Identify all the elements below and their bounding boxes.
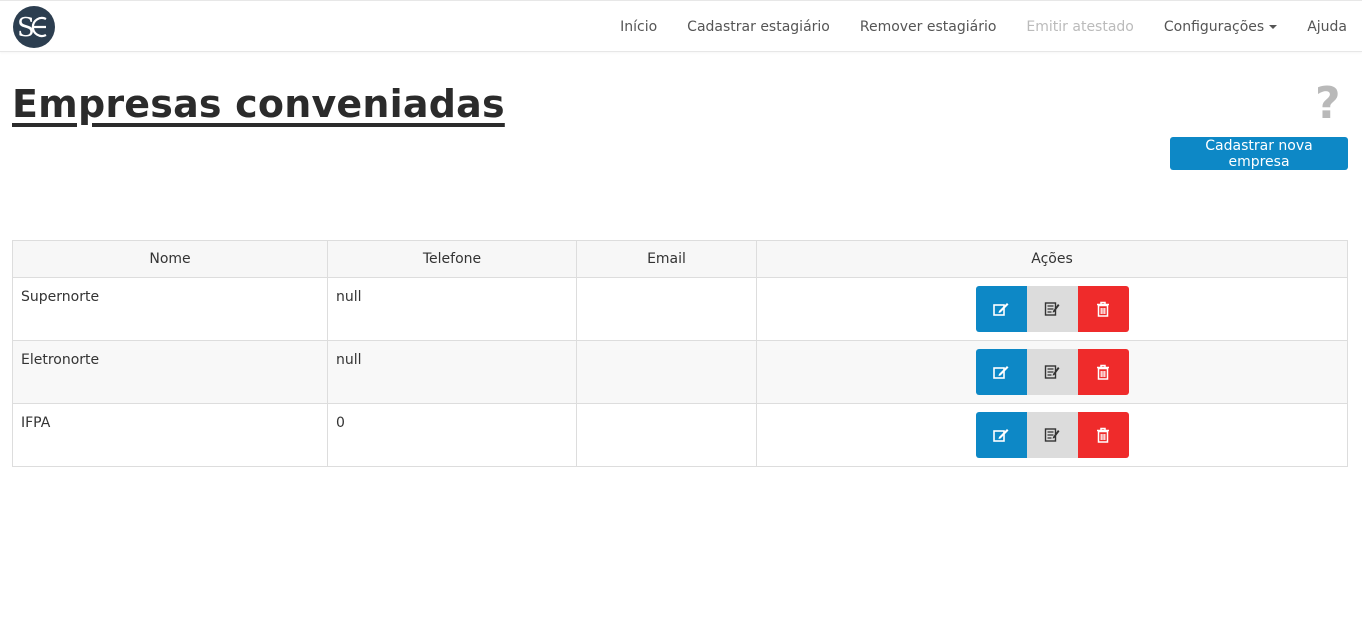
- cell-actions: [756, 277, 1348, 341]
- action-button-group: [975, 412, 1129, 458]
- cell-email: [576, 277, 757, 341]
- cell-nome: Eletronorte: [12, 340, 328, 404]
- table-row: Supernorte null: [12, 277, 1348, 341]
- details-icon: [1044, 428, 1060, 442]
- column-header-acoes: Ações: [756, 240, 1348, 278]
- trash-icon: [1097, 427, 1109, 443]
- nav-links: Início Cadastrar estagiário Remover esta…: [590, 1, 1347, 53]
- delete-button[interactable]: [1077, 412, 1129, 458]
- companies-table: Nome Telefone Email Ações Supernorte nul…: [12, 240, 1348, 467]
- details-icon: [1044, 302, 1060, 316]
- cell-email: [576, 340, 757, 404]
- nav-remover-estagiario[interactable]: Remover estagiário: [860, 19, 997, 35]
- column-header-telefone[interactable]: Telefone: [327, 240, 577, 278]
- action-button-group: [975, 286, 1129, 332]
- edit-button[interactable]: [975, 412, 1027, 458]
- caret-down-icon: [1269, 25, 1278, 29]
- column-header-nome[interactable]: Nome: [12, 240, 328, 278]
- table-row: Eletronorte null: [12, 340, 1348, 404]
- page-title: Empresas conveniadas: [12, 82, 505, 126]
- cell-telefone: null: [327, 340, 577, 404]
- details-button[interactable]: [1026, 286, 1078, 332]
- nav-ajuda[interactable]: Ajuda: [1307, 19, 1347, 35]
- column-header-email[interactable]: Email: [576, 240, 757, 278]
- nav-cadastrar-estagiario[interactable]: Cadastrar estagiário: [687, 19, 830, 35]
- nav-configuracoes-label: Configurações: [1163, 19, 1265, 35]
- edit-button[interactable]: [975, 349, 1027, 395]
- cell-telefone: 0: [327, 403, 577, 467]
- add-company-button[interactable]: Cadastrar nova empresa: [1170, 137, 1348, 170]
- cell-nome: IFPA: [12, 403, 328, 467]
- nav-configuracoes[interactable]: Configurações: [1163, 19, 1278, 35]
- edit-icon: [993, 303, 1009, 316]
- delete-button[interactable]: [1077, 286, 1129, 332]
- logo-icon: S: [17, 13, 47, 42]
- trash-icon: [1097, 301, 1109, 317]
- cell-email: [576, 403, 757, 467]
- trash-icon: [1097, 364, 1109, 380]
- cell-actions: [756, 340, 1348, 404]
- edit-button[interactable]: [975, 286, 1027, 332]
- edit-icon: [993, 429, 1009, 442]
- help-icon[interactable]: ?: [1315, 78, 1341, 129]
- cell-nome: Supernorte: [12, 277, 328, 341]
- action-button-group: [975, 349, 1129, 395]
- logo[interactable]: S: [13, 6, 55, 48]
- details-button[interactable]: [1026, 412, 1078, 458]
- nav-emitir-atestado: Emitir atestado: [1026, 19, 1134, 35]
- nav-inicio[interactable]: Início: [620, 19, 657, 35]
- cell-actions: [756, 403, 1348, 467]
- table-row: IFPA 0: [12, 403, 1348, 467]
- delete-button[interactable]: [1077, 349, 1129, 395]
- table-header-row: Nome Telefone Email Ações: [12, 240, 1348, 278]
- details-button[interactable]: [1026, 349, 1078, 395]
- details-icon: [1044, 365, 1060, 379]
- top-navbar: S Início Cadastrar estagiário Remover es…: [0, 0, 1362, 52]
- edit-icon: [993, 366, 1009, 379]
- cell-telefone: null: [327, 277, 577, 341]
